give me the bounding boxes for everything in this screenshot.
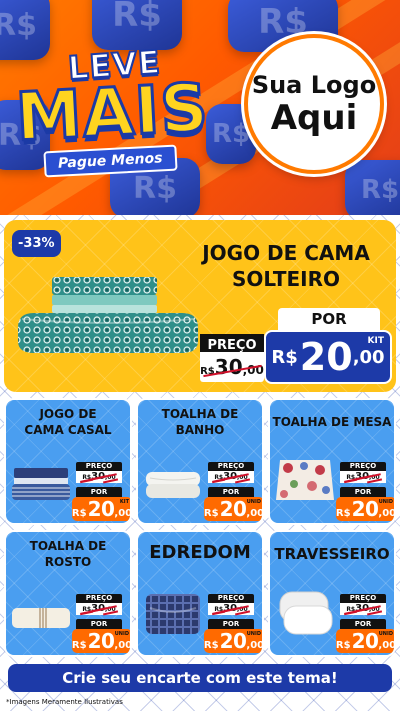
preco-label: PREÇO [340, 462, 386, 471]
product-title: TOALHA DE ROSTO [29, 539, 107, 569]
price-unit-tag: UNID [378, 499, 393, 505]
por-label: POR [208, 619, 254, 629]
brand-logo: LEVE MAIS Pague Menos [8, 38, 238, 188]
product-card[interactable]: EDREDOM PREÇO R$30,00 POR R$ 20,00 UNID [136, 530, 264, 657]
old-price: R$30,00 [76, 603, 122, 615]
product-card[interactable]: TOALHA DE MESA PREÇO R$30,00 POR R$ 20,00… [268, 398, 396, 525]
por-label: POR [340, 619, 386, 629]
por-label: POR [340, 487, 386, 497]
price-unit-tag: UNID [114, 631, 129, 637]
new-price: R$ 20,00 UNID [335, 629, 396, 653]
featured-offer[interactable]: -33% JOGO DE CAMA SOLTEIRO PREÇO R$30,00… [4, 220, 396, 392]
discount-badge: -33% [12, 230, 61, 257]
new-price: R$ 20,00 UNID [203, 629, 264, 653]
logo-placeholder[interactable]: Sua Logo Aqui [244, 34, 384, 174]
new-price: R$ 20,00 KIT [71, 497, 132, 521]
price-unit-tag: KIT [367, 336, 384, 346]
por-label: POR [76, 487, 122, 497]
logo-placeholder-line2: Aqui [270, 98, 358, 138]
preco-label: PREÇO [208, 462, 254, 471]
brand-main-text: MAIS [13, 68, 213, 158]
tablecloth-icon [276, 460, 334, 500]
por-label: POR [278, 308, 380, 330]
old-price: R$30,00 [208, 471, 254, 483]
face-towel-icon [12, 608, 70, 628]
product-card[interactable]: JOGO DE CAMA CASAL PREÇO R$30,00 POR R$ 2… [4, 398, 132, 525]
pillow-icon [279, 591, 333, 635]
new-price: R$ 20,00 UNID [71, 629, 132, 653]
product-title: TOALHA DE BANHO [161, 407, 239, 437]
brand-sub-text: Pague Menos [43, 144, 178, 178]
comforter-icon [146, 594, 200, 634]
product-title: EDREDOM [149, 542, 251, 563]
product-card[interactable]: TOALHA DE BANHO PREÇO R$30,00 POR R$ 20,0… [136, 398, 264, 525]
price-unit-tag: UNID [246, 631, 261, 637]
bath-towel-icon [146, 472, 200, 498]
preco-label: PREÇO [208, 594, 254, 603]
featured-title-line1: JOGO DE CAMA [202, 241, 370, 265]
product-title: TOALHA DE MESA [272, 415, 392, 429]
por-label: POR [208, 487, 254, 497]
old-price: R$30,00 [340, 471, 386, 483]
new-price: R$ 20 ,00 KIT [264, 330, 392, 384]
bed-sheet-icon [12, 468, 70, 500]
product-title: TRAVESSEIRO [274, 545, 390, 563]
product-title: JOGO DE CAMA CASAL [24, 407, 112, 437]
featured-title: JOGO DE CAMA SOLTEIRO [186, 240, 386, 292]
old-price: R$30,00 [76, 471, 122, 483]
bed-sheet-set-icon [18, 277, 198, 353]
new-price: R$ 20,00 UNID [335, 497, 396, 521]
logo-placeholder-line1: Sua Logo [251, 71, 377, 99]
new-price: R$ 20,00 UNID [203, 497, 264, 521]
header-banner: R$ R$ R$ R$ R$ R$ R$ LEVE MAIS Pague Men… [0, 0, 400, 215]
preco-label: PREÇO [76, 594, 122, 603]
disclaimer-text: *Imagens Meramente Ilustrativas [6, 698, 123, 706]
old-price: R$30,00 [208, 603, 254, 615]
preco-label: PREÇO [340, 594, 386, 603]
preco-label: PREÇO [200, 334, 264, 353]
create-flyer-button[interactable]: Crie seu encarte com este tema! [8, 664, 392, 692]
price-unit-tag: UNID [246, 499, 261, 505]
price-unit-tag: UNID [378, 631, 393, 637]
product-card[interactable]: TOALHA DE ROSTO PREÇO R$30,00 POR R$ 20,0… [4, 530, 132, 657]
featured-title-line2: SOLTEIRO [232, 267, 340, 291]
money-tile-icon: R$ [345, 160, 400, 215]
preco-label: PREÇO [76, 462, 122, 471]
price-unit-tag: KIT [119, 499, 129, 505]
old-price: R$30,00 [200, 352, 264, 382]
por-label: POR [76, 619, 122, 629]
old-price: R$30,00 [340, 603, 386, 615]
product-card[interactable]: TRAVESSEIRO PREÇO R$30,00 POR R$ 20,00 UN… [268, 530, 396, 657]
